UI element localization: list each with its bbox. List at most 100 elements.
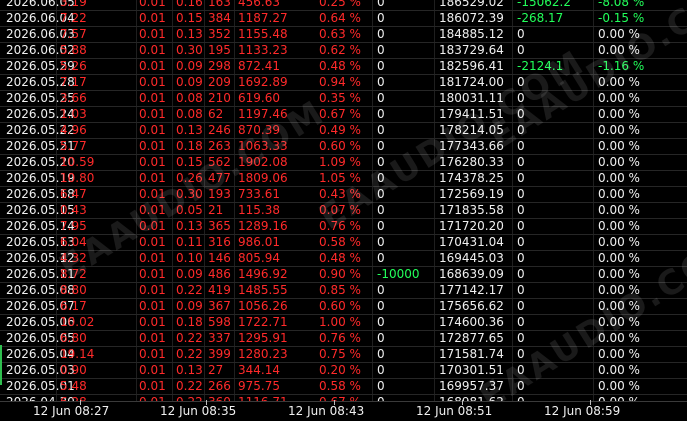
table-row: 2026.06.03 7.57 0.01 0.13 352 1155.48 0.63 % 0 1…	[0, 26, 687, 42]
cell-c: 0.22	[176, 379, 203, 393]
cell-c: 0.05	[176, 203, 203, 217]
cell-b: 0.01	[139, 219, 166, 233]
cell-j: -1.16 %	[598, 59, 645, 73]
cell-d: 598	[208, 315, 231, 329]
cell-c: 0.09	[176, 267, 203, 281]
cell-e: 1809.06	[238, 171, 288, 185]
cell-b: 0.01	[139, 27, 166, 41]
cell-a: 6.80	[60, 331, 87, 345]
cell-g: 0	[377, 139, 385, 153]
cell-b: 0.01	[139, 107, 166, 121]
cell-e: 975.75	[238, 379, 280, 393]
cell-d: 210	[208, 91, 231, 105]
cell-b: 0.01	[139, 299, 166, 313]
cell-h: 182596.41	[439, 59, 504, 73]
table-row: 2026.05.08 8.80 0.01 0.22 419 1485.55 0.85 % 0 1…	[0, 282, 687, 298]
table-row: 2026.05.29 5.26 0.01 0.09 298 872.41 0.48 % 0 18…	[0, 58, 687, 74]
cell-j: 0.00 %	[598, 123, 640, 137]
cell-f: 0.76 %	[319, 331, 361, 345]
time-label: 12 Jun 08:59	[544, 404, 621, 418]
cell-h: 170301.51	[439, 363, 504, 377]
cell-b: 0.01	[139, 155, 166, 169]
cell-i: 0	[517, 187, 525, 201]
cell-a: 7.22	[60, 11, 87, 25]
cell-c: 0.26	[176, 171, 203, 185]
cell-e: 1692.89	[238, 75, 288, 89]
cell-h: 172877.65	[439, 331, 504, 345]
cell-j: 0.00 %	[598, 299, 640, 313]
cell-b: 0.01	[139, 251, 166, 265]
cell-g: 0	[377, 59, 385, 73]
cell-c: 0.09	[176, 299, 203, 313]
cell-i: 0	[517, 107, 525, 121]
cell-h: 178214.05	[439, 123, 504, 137]
cell-d: 62	[208, 107, 224, 121]
cell-i: 0	[517, 331, 525, 345]
cell-j: 0.00 %	[598, 219, 640, 233]
cell-d: 193	[208, 187, 231, 201]
cell-g: 0	[377, 11, 385, 25]
cell-h: 181724.00	[439, 75, 504, 89]
table-row: 2026.05.04 19.14 0.01 0.22 399 1280.23 0.75 % 0…	[0, 346, 687, 362]
cell-g: 0	[377, 283, 385, 297]
cell-b: 0.01	[139, 11, 166, 25]
cell-h: 171835.58	[439, 203, 504, 217]
cell-g: 0	[377, 187, 385, 201]
cell-e: 344.14	[238, 363, 280, 377]
cell-a: 5.88	[60, 43, 87, 57]
cell-g: 0	[377, 315, 385, 329]
table-row: 2026.05.06 10.02 0.01 0.18 598 1722.71 1.00 % 0…	[0, 314, 687, 330]
cell-d: 486	[208, 267, 231, 281]
cell-e: 1056.26	[238, 299, 288, 313]
cell-b: 0.01	[139, 203, 166, 217]
cell-d: 146	[208, 251, 231, 265]
cell-j: 0.00 %	[598, 155, 640, 169]
cell-f: 0.94 %	[319, 75, 361, 89]
cell-i: 0	[517, 139, 525, 153]
cell-b: 0.01	[139, 139, 166, 153]
cell-a: 0.43	[60, 203, 87, 217]
cell-f: 0.60 %	[319, 299, 361, 313]
cell-f: 0.07 %	[319, 203, 361, 217]
cell-c: 0.09	[176, 75, 203, 89]
cell-e: 1295.91	[238, 331, 288, 345]
cell-f: 0.58 %	[319, 235, 361, 249]
table-row: 2026.06.05 3.19 0.01 0.16 163 456.63 0.25 % 0 18…	[0, 0, 687, 10]
cell-d: 352	[208, 27, 231, 41]
cell-d: 209	[208, 75, 231, 89]
time-label: 12 Jun 08:43	[288, 404, 365, 418]
cell-h: 180031.11	[439, 91, 504, 105]
cell-i: 0	[517, 91, 525, 105]
cell-b: 0.01	[139, 331, 166, 345]
cell-h: 186072.39	[439, 11, 504, 25]
cell-g: 0	[377, 219, 385, 233]
cell-g: -10000	[377, 267, 420, 281]
cell-j: 0.00 %	[598, 363, 640, 377]
cell-j: 0.00 %	[598, 331, 640, 345]
cell-h: 177142.17	[439, 283, 504, 297]
cell-g: 0	[377, 155, 385, 169]
cell-i: 0	[517, 43, 525, 57]
cell-e: 115.38	[238, 203, 280, 217]
cell-j: 0.00 %	[598, 347, 640, 361]
cell-f: 0.75 %	[319, 347, 361, 361]
cell-b: 0.01	[139, 267, 166, 281]
cell-b: 0.01	[139, 123, 166, 137]
cell-e: 619.60	[238, 91, 280, 105]
cell-i: -2124.1	[517, 59, 564, 73]
cell-c: 0.22	[176, 331, 203, 345]
cell-d: 21	[208, 203, 224, 217]
cell-f: 0.49 %	[319, 123, 361, 137]
cell-b: 0.01	[139, 379, 166, 393]
cell-j: 0.00 %	[598, 379, 640, 393]
table-row: 2026.05.11 8.72 0.01 0.09 486 1496.92 0.90 % -1…	[0, 266, 687, 282]
cell-e: 1289.16	[238, 219, 288, 233]
cell-e: 1485.55	[238, 283, 288, 297]
cell-e: 870.39	[238, 123, 280, 137]
cell-g: 0	[377, 75, 385, 89]
cell-j: 0.00 %	[598, 315, 640, 329]
cell-g: 0	[377, 0, 385, 9]
cell-a: 5.77	[60, 139, 87, 153]
cell-h: 184885.12	[439, 27, 504, 41]
table-row: 2026.06.04 7.22 0.01 0.15 384 1187.27 0.64 % 0 1…	[0, 10, 687, 26]
